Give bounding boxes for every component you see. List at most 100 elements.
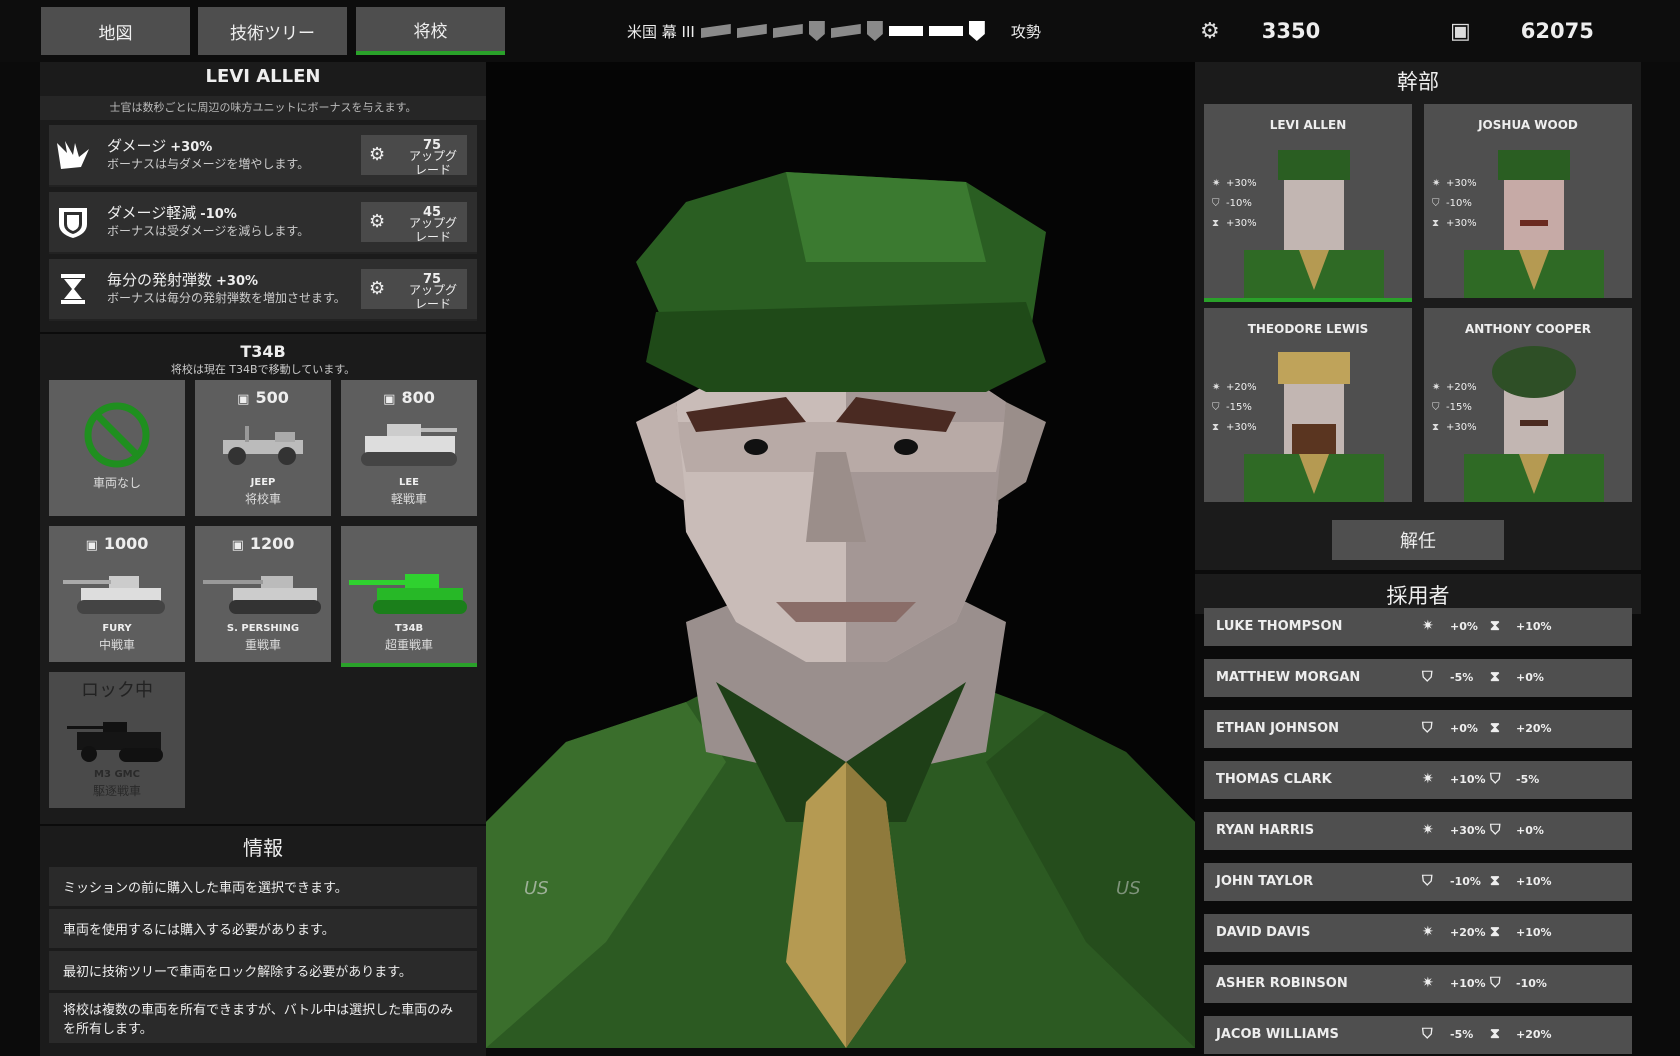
tab-officers[interactable]: 将校 [356, 7, 505, 55]
shield-icon: ⛉ [1422, 669, 1433, 685]
recruit-row[interactable]: JACOB WILLIAMS ⛉ -5% ⧗ +20% [1204, 1016, 1632, 1054]
bonus-fire-rate: 毎分の発射弾数 +30% ボーナスは毎分の発射弾数を増加させます。 ⚙ 75 アッ… [49, 259, 477, 321]
parts-value: 3350 [1261, 19, 1321, 43]
completed-mission-icon [772, 24, 803, 38]
officer-avatar [1244, 150, 1384, 298]
staff-card-joshua-wood[interactable]: JOSHUA WOOD ✷ +30% ⛉ -10% ⧗ +30% [1424, 104, 1632, 298]
upgrade-fire-rate-button[interactable]: ⚙ 75 アップグレード [361, 269, 467, 311]
bonus-desc: ボーナスは受ダメージを減らします。 [107, 224, 310, 238]
parts-icon: ⚙ [369, 144, 386, 165]
staff-card-theodore-lewis[interactable]: THEODORE LEWIS ✷ +20% ⛉ -15% ⧗ +30% [1204, 308, 1412, 502]
pending-mission-icon [928, 26, 963, 36]
staff-stats: ✷ +30% ⛉ -10% ⧗ +30% [1432, 174, 1477, 234]
vehicle-grid: 車両なし ▣ 500 JEEP 将校車 ▣ 800 LEE 軽戦車 ▣ 1000 FU… [40, 380, 486, 824]
completed-defense-icon [866, 21, 883, 41]
vehicle-class: 将校車 [244, 492, 281, 506]
vehicle-name: FURY [102, 623, 132, 634]
lee-tank-icon [361, 424, 457, 466]
vehicle-card-t34b[interactable]: T34B 超重戦車 [341, 526, 477, 667]
recruit-row[interactable]: MATTHEW MORGAN ⛉ -5% ⧗ +0% [1204, 659, 1632, 697]
completed-mission-icon [830, 24, 861, 38]
claw-icon: ✷ [1432, 382, 1441, 393]
upgrade-damage-button[interactable]: ⚙ 75 アップグレード [361, 135, 467, 177]
bonus-damage-reduction: ダメージ軽減 -10% ボーナスは受ダメージを減らします。 ⚙ 45 アップグレー… [49, 192, 477, 254]
vehicle-card-fury[interactable]: ▣ 1000 FURY 中戦車 [49, 526, 185, 662]
recruit-row[interactable]: ETHAN JOHNSON ⛉ +0% ⧗ +20% [1204, 710, 1632, 748]
svg-text:US: US [1116, 878, 1141, 899]
staff-name: THEODORE LEWIS [1247, 322, 1369, 336]
upgrade-label: アップグレード [408, 283, 457, 311]
vehicle-class: 駆逐戦車 [92, 784, 141, 798]
recruit-row[interactable]: JOHN TAYLOR ⛉ -10% ⧗ +10% [1204, 863, 1632, 901]
vehicle-card-pershing[interactable]: ▣ 1200 S. PERSHING 重戦車 [195, 526, 331, 662]
recruit-stat-1: -5% [1450, 671, 1474, 684]
m3gmc-icon [67, 722, 163, 762]
upgrade-label: アップグレード [408, 216, 457, 244]
info-item: ミッションの前に購入した車両を選択できます。 [49, 867, 477, 906]
bonus-title: 毎分の発射弾数 +30% [107, 271, 259, 289]
money-icon: ▣ [383, 392, 396, 407]
recruit-row[interactable]: ASHER ROBINSON ✷ +10% ⛉ -10% [1204, 965, 1632, 1003]
staff-card-levi-allen[interactable]: LEVI ALLEN ✷ +30% ⛉ -10% ⧗ +30% [1204, 104, 1412, 302]
parts-icon: ⚙ [1200, 18, 1220, 44]
hourglass-icon: ⧗ [1490, 1026, 1500, 1042]
recruit-row[interactable]: LUKE THOMPSON ✷ +0% ⧗ +10% [1204, 608, 1632, 646]
recruit-name: ASHER ROBINSON [1216, 976, 1348, 991]
recruit-stat-2: +0% [1516, 671, 1544, 684]
officer-portrait: US US [486, 172, 1195, 1048]
bonus-title: ダメージ軽減 -10% [107, 204, 237, 222]
money-icon: ▣ [1450, 18, 1471, 44]
staff-card-anthony-cooper[interactable]: ANTHONY COOPER ✷ +20% ⛉ -15% ⧗ +30% [1424, 308, 1632, 502]
claw-icon: ✷ [1422, 924, 1434, 940]
recruit-row[interactable]: THOMAS CLARK ✷ +10% ⛉ -5% [1204, 761, 1632, 799]
vehicle-name: T34B [394, 623, 424, 634]
money-icon: ▣ [85, 538, 98, 553]
claw-icon: ✷ [1422, 771, 1434, 787]
completed-mission-icon [736, 24, 767, 38]
current-vehicle-name: T34B [240, 342, 286, 361]
dismiss-button[interactable]: 解任 [1332, 520, 1504, 560]
staff-name: JOSHUA WOOD [1478, 118, 1578, 132]
vehicle-price: ▣ 1000 [85, 534, 149, 553]
svg-text:US: US [524, 878, 549, 899]
vehicle-card-jeep[interactable]: ▣ 500 JEEP 将校車 [195, 380, 331, 516]
recruit-stat-1: +0% [1450, 620, 1478, 633]
vehicle-name: S. PERSHING [226, 623, 300, 634]
staff-stats: ✷ +20% ⛉ -15% ⧗ +30% [1212, 378, 1257, 438]
info-item: 将校は複数の車両を所有できますが、バトル中は選択した車両のみを所有します。 [49, 993, 477, 1043]
hourglass-icon: ⧗ [1490, 720, 1500, 736]
shield-icon: ⛉ [1212, 402, 1220, 413]
recruit-name: MATTHEW MORGAN [1216, 670, 1361, 685]
vehicle-card-m3gmc-locked[interactable]: ロック中 M3 GMC 駆逐戦車 [49, 672, 185, 808]
vehicle-class: 超重戦車 [384, 638, 433, 652]
tab-tech-tree[interactable]: 技術ツリー [198, 7, 347, 55]
shield-icon: ⛉ [1422, 873, 1433, 889]
shield-icon: ⛉ [1490, 822, 1501, 838]
parts-counter: ⚙ 3350 [1200, 14, 1320, 48]
recruit-row[interactable]: RYAN HARRIS ✷ +30% ⛉ +0% [1204, 812, 1632, 850]
hourglass-icon: ⧗ [1490, 924, 1500, 940]
vehicle-price: ▣ 500 [237, 388, 289, 407]
money-value: 62075 [1520, 19, 1594, 43]
shield-icon: ⛉ [1422, 1026, 1433, 1042]
locked-label: ロック中 [81, 680, 153, 701]
recruit-row[interactable]: DAVID DAVIS ✷ +20% ⧗ +10% [1204, 914, 1632, 952]
recruit-name: RYAN HARRIS [1216, 823, 1315, 838]
hourglass-icon [55, 271, 91, 307]
recruit-stat-2: +10% [1516, 620, 1552, 633]
staff-section: 幹部 LEVI ALLEN ✷ +30% ⛉ -10% ⧗ +30% JOSHUA W… [1195, 62, 1641, 570]
parts-icon: ⚙ [369, 278, 386, 299]
vehicle-name: LEE [398, 477, 420, 488]
no-vehicle-icon [84, 402, 150, 468]
vehicle-card-lee[interactable]: ▣ 800 LEE 軽戦車 [341, 380, 477, 516]
jeep-icon [223, 426, 303, 465]
claw-icon: ✷ [1422, 822, 1434, 838]
hourglass-icon: ⧗ [1212, 218, 1220, 229]
money-counter: ▣ 62075 [1450, 14, 1594, 48]
officer-avatar [1464, 150, 1604, 298]
bonus-desc: ボーナスは毎分の発射弾数を増加させます。 [107, 291, 346, 305]
recruit-name: LUKE THOMPSON [1216, 619, 1343, 634]
tab-map[interactable]: 地図 [41, 7, 190, 55]
upgrade-defense-button[interactable]: ⚙ 45 アップグレード [361, 202, 467, 244]
vehicle-card-none[interactable]: 車両なし [49, 380, 185, 516]
